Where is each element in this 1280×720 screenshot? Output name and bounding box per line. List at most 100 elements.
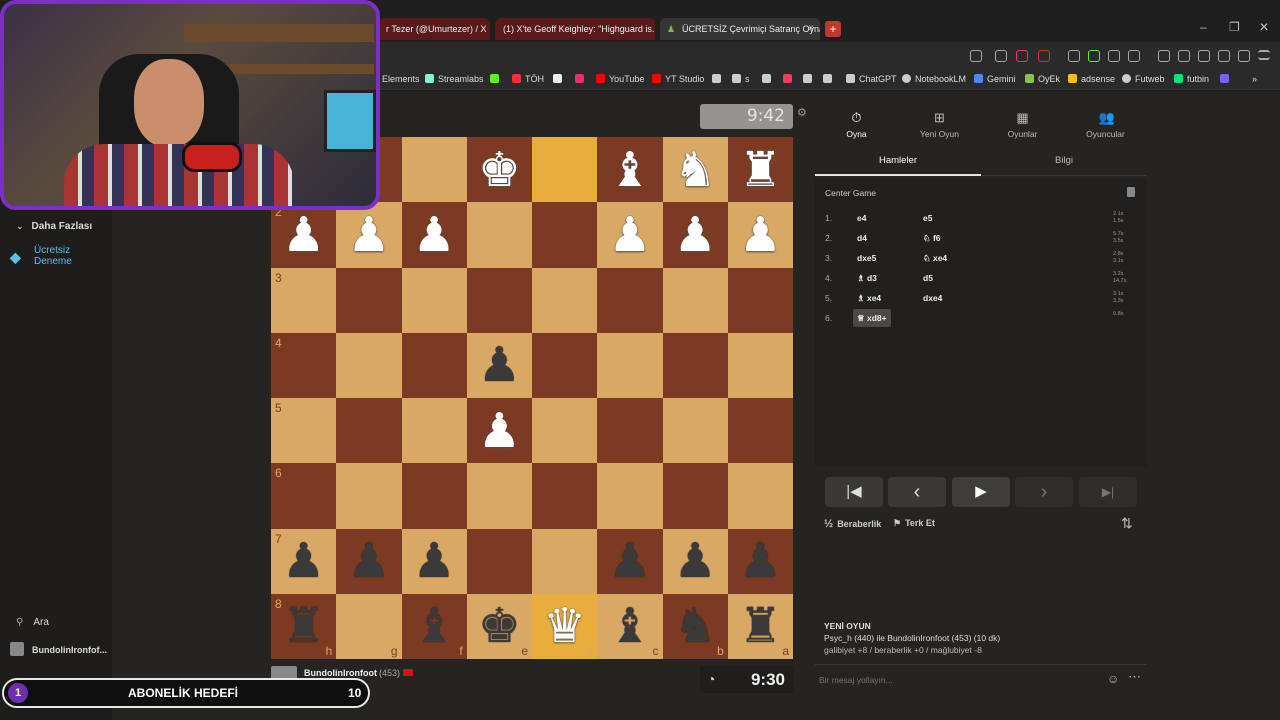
bookmarks-more-icon[interactable]: » (1252, 74, 1257, 84)
bookmark-social[interactable] (783, 74, 796, 84)
first-move-button[interactable]: |◀ (825, 477, 883, 507)
bookmark-notebooklm[interactable]: NotebookLM (902, 74, 966, 84)
sidebar-icon[interactable] (1178, 50, 1190, 62)
board-square[interactable] (336, 332, 402, 398)
white-move[interactable]: ♗ d3 (857, 269, 877, 287)
flip-board-icon[interactable]: ⇅ (1121, 515, 1133, 532)
music-icon[interactable] (1158, 50, 1170, 62)
subtab-moves[interactable]: Hamleler (879, 155, 917, 166)
more-options-icon[interactable]: ⋯ (1128, 669, 1141, 685)
bookmark-amazon[interactable] (803, 74, 816, 84)
chess-piece[interactable]: ♟ (402, 529, 467, 594)
black-move[interactable]: d5 (923, 269, 933, 287)
board-square[interactable] (597, 463, 663, 529)
resign-button[interactable]: ⚑ Terk Et (893, 518, 935, 529)
board-square[interactable] (466, 267, 532, 333)
board-square[interactable] (662, 398, 728, 464)
board-square[interactable] (466, 528, 532, 594)
chess-piece[interactable]: ♝ (402, 594, 467, 659)
black-move[interactable]: ♘ xe4 (923, 249, 947, 267)
board-square[interactable] (727, 267, 793, 333)
bookmark-threads[interactable] (762, 74, 775, 84)
board-square[interactable] (401, 267, 467, 333)
chess-piece[interactable]: ♜ (271, 594, 336, 659)
bookmark-instagram[interactable] (575, 74, 588, 84)
bookmark-extra[interactable] (1220, 74, 1233, 84)
sidebar-free-trial[interactable]: ◆ Ücretsiz Deneme (10, 245, 72, 267)
book-icon[interactable] (1127, 187, 1135, 197)
chess-piece[interactable]: ♟ (467, 398, 532, 463)
bookmark-tiktok-s[interactable]: s (732, 74, 750, 84)
tab-chess[interactable]: ♟ ÜCRETSİZ Çevrimiçi Satranç Oyna × (660, 18, 820, 40)
bookmark-futbin[interactable]: futbin (1174, 74, 1209, 84)
chess-piece[interactable]: ♛ (532, 594, 597, 659)
white-move[interactable]: e4 (857, 209, 866, 227)
menu-icon[interactable] (1258, 50, 1270, 60)
sidebar-more[interactable]: ⌄ Daha Fazlası (16, 221, 92, 232)
chess-piece[interactable]: ♟ (336, 529, 401, 594)
black-move[interactable]: ♘ f6 (923, 229, 941, 247)
board-square[interactable] (336, 463, 402, 529)
cast-icon[interactable] (970, 50, 982, 62)
share-icon[interactable] (995, 50, 1007, 62)
black-move[interactable]: dxe4 (923, 289, 942, 307)
chess-piece[interactable]: ♞ (663, 594, 728, 659)
board-square[interactable] (532, 398, 598, 464)
next-move-button[interactable]: › (1015, 477, 1073, 507)
last-move-button[interactable]: ▶| (1079, 477, 1137, 507)
board-square[interactable] (401, 137, 467, 203)
rewards-icon[interactable] (1038, 50, 1050, 62)
extension-icon[interactable] (1068, 50, 1080, 62)
board-square[interactable] (532, 463, 598, 529)
prev-move-button[interactable]: ‹ (888, 477, 946, 507)
vpn-icon[interactable] (1238, 50, 1250, 62)
minimize-icon[interactable]: – (1200, 20, 1207, 34)
board-square[interactable] (727, 398, 793, 464)
board-square[interactable] (336, 267, 402, 333)
chat-input[interactable] (819, 671, 1099, 689)
tab-close-icon[interactable]: × (808, 18, 814, 40)
chess-piece[interactable]: ♟ (663, 529, 728, 594)
board-square[interactable] (532, 267, 598, 333)
chess-piece[interactable]: ♞ (663, 137, 728, 202)
bookmark-chatgpt[interactable]: ChatGPT (846, 74, 897, 84)
board-square[interactable] (532, 202, 598, 268)
white-move[interactable]: dxe5 (857, 249, 876, 267)
chess-board[interactable]: 2345678hgfedcba♚♚♝♞♜♟♟♟♟♟♟♟♟♟♟♟♟♟♟♜♝♚♛♝♞… (271, 137, 793, 659)
board-square[interactable] (401, 463, 467, 529)
bookmark-yt-studio[interactable]: YT Studio (652, 74, 704, 84)
close-window-icon[interactable]: ✕ (1259, 20, 1269, 34)
ai-icon[interactable] (1218, 50, 1230, 62)
chess-piece[interactable]: ♟ (597, 202, 662, 267)
board-square[interactable] (727, 332, 793, 398)
chess-piece[interactable]: ♟ (597, 529, 662, 594)
chess-piece[interactable]: ♜ (728, 594, 793, 659)
chess-piece[interactable]: ♜ (728, 137, 793, 202)
board-square[interactable]: 3 (271, 267, 337, 333)
extension-icon[interactable] (1128, 50, 1140, 62)
board-square[interactable] (532, 528, 598, 594)
chess-piece[interactable]: ♟ (728, 529, 793, 594)
chess-piece[interactable]: ♚ (467, 594, 532, 659)
board-square[interactable] (597, 398, 663, 464)
player-name[interactable]: BundolinIronfoot (304, 668, 377, 678)
chess-piece[interactable]: ♟ (402, 202, 467, 267)
bookmark-kick[interactable] (490, 74, 503, 84)
board-settings-icon[interactable]: ⚙ (797, 106, 807, 119)
board-square[interactable] (466, 202, 532, 268)
chess-piece[interactable]: ♟ (271, 529, 336, 594)
board-square[interactable] (336, 398, 402, 464)
chess-piece[interactable]: ♟ (336, 202, 401, 267)
bookmark-x[interactable] (553, 74, 566, 84)
bookmark-tiktok[interactable] (712, 74, 725, 84)
chess-piece[interactable]: ♟ (271, 202, 336, 267)
bookmark-oyek[interactable]: OyEk (1025, 74, 1060, 84)
white-move[interactable]: d4 (857, 229, 867, 247)
board-square[interactable] (532, 332, 598, 398)
chess-piece[interactable]: ♟ (728, 202, 793, 267)
bookmark-youtube[interactable]: YouTube (596, 74, 644, 84)
board-square[interactable]: 4 (271, 332, 337, 398)
brave-shield-icon[interactable] (1016, 50, 1028, 62)
tab-new-game[interactable]: ⊞ Yeni Oyun (898, 111, 981, 140)
board-square[interactable] (532, 137, 598, 203)
